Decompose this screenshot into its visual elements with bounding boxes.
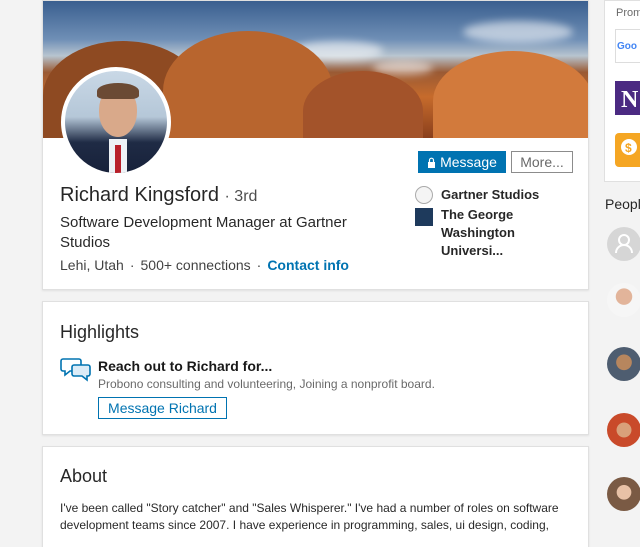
highlights-title: Highlights (60, 322, 140, 342)
message-button-label: Message (440, 154, 497, 170)
message-richard-button[interactable]: Message Richard (98, 397, 227, 419)
highlights-card: Highlights Reach out to Richard for... P… (42, 301, 589, 435)
meta-separator: · (129, 257, 135, 273)
person-avatar[interactable] (607, 227, 640, 261)
gartner-logo-icon (415, 186, 433, 204)
right-rail: Prom Goo N $ Peopl (604, 0, 640, 547)
profile-page: Message More... Richard Kingsford · 3rd … (0, 0, 640, 547)
person-avatar[interactable] (607, 347, 640, 381)
profile-name-line: Richard Kingsford · 3rd (60, 184, 257, 207)
profile-avatar[interactable] (61, 67, 171, 177)
university-ad-logo-icon[interactable]: N (615, 81, 640, 115)
profile-meta: Lehi, Utah · 500+ connections · Contact info (60, 257, 349, 273)
svg-text:$: $ (625, 141, 632, 155)
profile-top-card: Message More... Richard Kingsford · 3rd … (42, 0, 589, 290)
lock-icon (428, 157, 436, 168)
message-button[interactable]: Message (418, 151, 506, 173)
promoted-label: Prom (616, 7, 640, 19)
svg-text:Goo: Goo (617, 41, 637, 52)
org-gwu[interactable]: The George Washington Universi... (415, 206, 580, 260)
default-person-icon (615, 234, 633, 254)
person-avatar[interactable] (607, 283, 640, 317)
profile-name: Richard Kingsford (60, 184, 219, 206)
people-also-viewed-label: Peopl (605, 196, 640, 212)
google-ad-logo-icon[interactable]: Goo (615, 29, 640, 63)
money-ad-logo-icon[interactable]: $ (615, 133, 640, 167)
profile-location: Lehi, Utah (60, 257, 124, 273)
person-avatar[interactable] (607, 413, 640, 447)
more-button[interactable]: More... (511, 151, 573, 173)
about-card: About I've been called "Story catcher" a… (42, 446, 589, 547)
org-gartner[interactable]: Gartner Studios (415, 186, 539, 204)
meta-separator: · (256, 257, 262, 273)
org-name: Gartner Studios (441, 187, 540, 202)
gwu-logo-icon (415, 208, 433, 226)
connection-degree: · 3rd (224, 188, 258, 205)
about-text: I've been called "Story catcher" and "Sa… (60, 501, 559, 532)
chat-bubbles-icon (60, 358, 91, 382)
person-avatar[interactable] (607, 477, 640, 511)
highlights-description: Probono consulting and volunteering, Joi… (98, 377, 435, 391)
about-title: About (60, 466, 108, 486)
org-name: The George Washington Universi... (441, 207, 515, 258)
promoted-card: Prom Goo N $ (604, 0, 640, 182)
svg-text:N: N (621, 87, 639, 113)
contact-info-link[interactable]: Contact info (267, 257, 349, 273)
connections-count[interactable]: 500+ connections (141, 257, 251, 273)
highlights-heading: Reach out to Richard for... (98, 358, 273, 374)
profile-headline: Software Development Manager at Gartner … (60, 214, 347, 251)
